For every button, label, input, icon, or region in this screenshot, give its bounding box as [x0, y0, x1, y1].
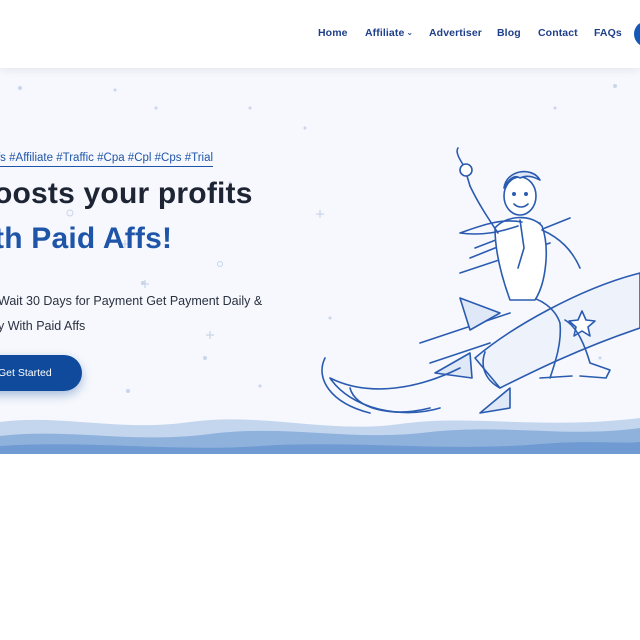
nav-affiliate-link[interactable]: Affiliate ⌄ — [365, 27, 413, 39]
hero-subtext-line2: y With Paid Affs — [0, 319, 86, 333]
hero-headline-line1: oosts your profits — [0, 177, 253, 210]
nav-home-link[interactable]: Home — [318, 27, 348, 39]
hero-tags: ffs #Affiliate #Traffic #Cpa #Cpl #Cps #… — [0, 152, 214, 167]
nav-affiliate-label: Affiliate — [365, 27, 405, 39]
nav-advertiser-link[interactable]: Advertiser — [429, 27, 482, 39]
wave-decoration — [0, 418, 640, 454]
site-header: Home Affiliate ⌄ Advertiser Blog Contact … — [0, 0, 640, 68]
hero-section: ffs #Affiliate #Traffic #Cpa #Cpl #Cps #… — [0, 68, 640, 454]
nav-blog-link[interactable]: Blog — [497, 27, 521, 39]
hero-subtext-line1: Wait 30 Days for Payment Get Payment Dai… — [0, 294, 263, 308]
nav-cta-button[interactable] — [634, 21, 640, 47]
nav-faqs-link[interactable]: FAQs — [594, 27, 622, 39]
chevron-down-icon: ⌄ — [406, 28, 414, 37]
get-started-button[interactable]: Get Started — [0, 355, 82, 391]
nav-contact-link[interactable]: Contact — [538, 27, 578, 39]
businessman-rocket-illustration — [321, 147, 640, 414]
hero-headline-line2: th Paid Affs! — [0, 222, 173, 255]
